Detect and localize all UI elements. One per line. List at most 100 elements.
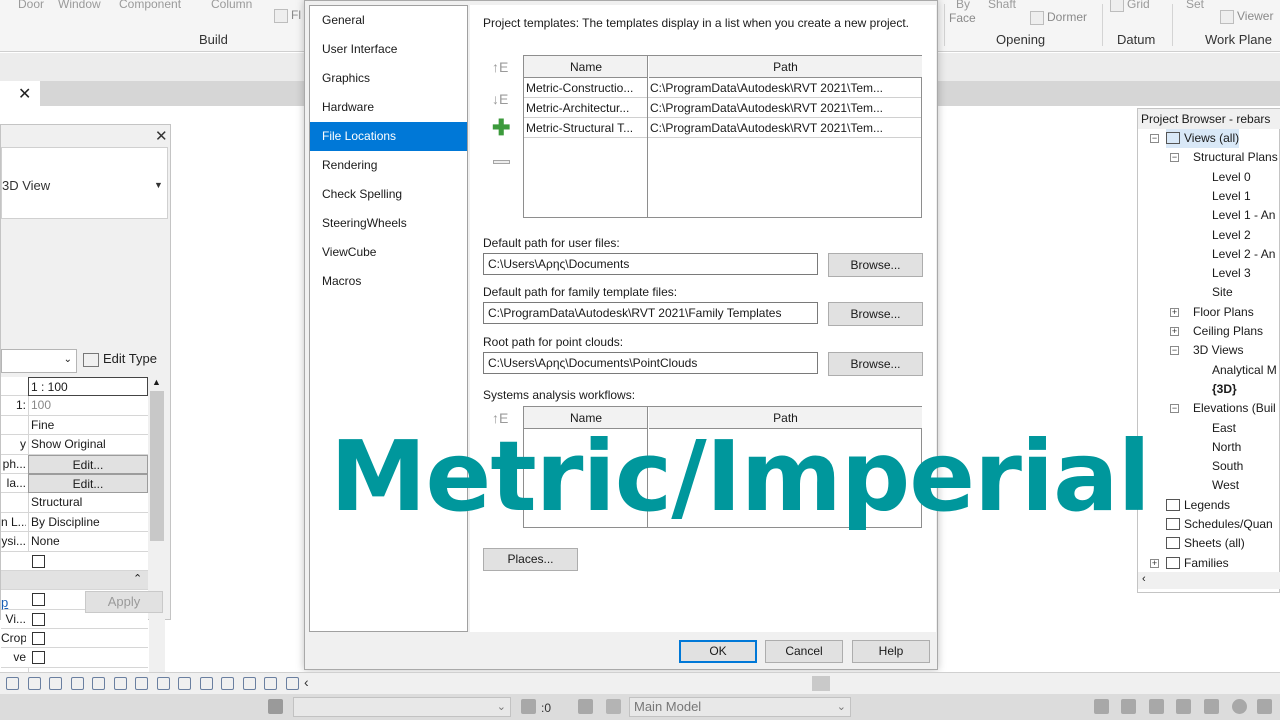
browser-item[interactable]: Level 2 - An [1212,245,1275,264]
browser-item[interactable]: Level 1 - An [1212,206,1275,225]
ribbon-window-label[interactable]: Window [58,0,101,11]
properties-scrollbar[interactable]: ▲ ▼ [149,377,165,713]
browser-item[interactable]: East [1212,419,1236,438]
close-icon[interactable]: ✕ [18,84,31,104]
template-path-cell[interactable]: C:\ProgramData\Autodesk\RVT 2021\Tem... [648,99,921,118]
expand-icon[interactable]: + [1170,327,1179,336]
table-header-path[interactable]: Path [649,56,922,78]
scrollbar-thumb[interactable] [150,391,164,541]
ribbon-grid-button[interactable]: Grid [1110,0,1150,12]
browse-point-clouds-button[interactable]: Browse... [828,352,923,376]
scroll-left-icon[interactable]: ‹ [1142,573,1146,585]
drag-select-icon[interactable] [1204,699,1219,714]
browser-item[interactable]: Elevations (Buil [1193,399,1276,418]
browser-item[interactable]: Analytical M [1212,361,1277,380]
property-value[interactable]: 1 : 100 [28,377,148,396]
nav-item-user-interface[interactable]: User Interface [310,35,467,64]
property-checkbox[interactable] [32,612,45,626]
browse-family-templates-button[interactable]: Browse... [828,302,923,326]
sun-path-icon[interactable] [70,677,84,690]
shadows-icon[interactable] [92,677,105,690]
ribbon-viewer-button[interactable]: Viewer [1220,9,1273,24]
type-selector[interactable]: 3D View ▼ [1,147,168,219]
template-name-cell[interactable]: Metric-Architectur... [524,99,647,118]
browse-user-files-button[interactable]: Browse... [828,253,923,277]
scale-icon[interactable] [6,677,19,690]
ribbon-shaft-label[interactable]: Shaft [988,0,1016,11]
help-button[interactable]: Help [852,640,930,663]
browser-item[interactable]: South [1212,457,1243,476]
expand-icon[interactable]: + [1150,558,1159,568]
nav-item-check-spelling[interactable]: Check Spelling [310,180,467,209]
browser-item[interactable]: Schedules/Quan [1166,515,1273,534]
point-clouds-path-field[interactable]: C:\Users\Αρης\Documents\PointClouds [483,352,818,374]
browser-item[interactable]: Sheets (all) [1166,534,1245,553]
scroll-left-icon[interactable]: ‹ [304,674,309,690]
unlock-3d-icon[interactable] [156,677,170,690]
property-value[interactable]: 100 [28,396,148,416]
browser-item[interactable]: Structural Plans [1193,148,1278,167]
ribbon-door-label[interactable]: Door [18,0,44,11]
template-path-cell[interactable]: C:\ProgramData\Autodesk\RVT 2021\Tem... [648,119,921,138]
browser-item[interactable]: West [1212,476,1239,495]
apply-button[interactable]: Apply [85,591,163,613]
collapse-icon[interactable]: ⌃ [133,572,142,585]
ok-button[interactable]: OK [679,640,757,663]
face-select-icon[interactable] [1176,699,1191,714]
property-checkbox[interactable] [32,632,45,646]
template-name-cell[interactable]: Metric-Structural T... [524,119,647,138]
workset-icon[interactable] [268,699,283,714]
property-edit-button[interactable]: Edit... [28,473,148,493]
remove-icon[interactable] [493,160,510,164]
ribbon-component-label[interactable]: Component [119,0,181,11]
ribbon-set-label[interactable]: Set [1186,0,1204,11]
places-button[interactable]: Places... [483,548,578,571]
editable-only-icon[interactable] [606,699,621,714]
collapse-icon[interactable]: − [1170,404,1179,414]
workset-dropdown[interactable]: ⌄ [293,697,511,717]
browser-item[interactable]: North [1212,438,1241,457]
expand-icon[interactable]: + [1170,307,1179,317]
close-icon[interactable]: ✕ [155,127,168,145]
property-checkbox[interactable] [32,593,45,607]
move-down-icon[interactable]: ↓E [492,91,508,107]
table-header-path[interactable]: Path [649,407,922,429]
properties-help-link[interactable]: p [1,595,8,610]
property-value[interactable]: Structural [28,493,148,513]
design-option-dropdown[interactable]: Main Model ⌄ [629,697,851,717]
property-checkbox[interactable] [32,651,45,665]
constraints-icon[interactable] [264,677,277,690]
detail-level-icon[interactable] [27,677,41,690]
filter-icon[interactable] [521,699,536,714]
scroll-up-icon[interactable]: ▲ [152,377,161,387]
crop-view-icon[interactable] [113,677,127,690]
pinned-select-icon[interactable] [1149,699,1164,714]
move-up-icon[interactable]: ↑E [492,59,508,75]
template-name-cell[interactable]: Metric-Constructio... [524,79,647,98]
browser-item[interactable]: Level 2 [1212,226,1251,245]
scrollbar-thumb[interactable] [812,676,830,691]
ribbon-floor-button[interactable]: Fl [274,8,301,23]
gear-icon[interactable] [1232,699,1247,714]
temporary-hide-icon[interactable] [178,677,191,690]
edit-type-button[interactable]: Edit Type [83,351,157,367]
analytical-model-icon[interactable] [221,677,234,690]
add-icon[interactable]: ✚ [492,115,510,141]
browser-item[interactable]: Site [1212,283,1233,302]
table-header-name[interactable]: Name [524,56,648,78]
property-value[interactable]: Fine [28,415,148,435]
browser-item[interactable]: Floor Plans [1193,303,1254,322]
filter-funnel-icon[interactable] [1257,699,1272,714]
browser-item[interactable]: Families [1166,554,1229,573]
show-crop-icon[interactable] [135,677,148,690]
property-value[interactable]: None [28,532,148,552]
nav-item-graphics[interactable]: Graphics [310,64,467,93]
property-value[interactable]: By Discipline [28,512,148,532]
ribbon-face-label[interactable]: Face [949,11,976,25]
nav-item-viewcube[interactable]: ViewCube [310,238,467,267]
nav-item-general[interactable]: General [310,6,467,35]
browser-item[interactable]: Legends [1166,496,1230,515]
visual-style-icon[interactable] [49,677,62,690]
project-browser-scrollbar[interactable]: ‹ [1138,572,1280,589]
nav-item-file-locations[interactable]: File Locations [310,122,467,151]
